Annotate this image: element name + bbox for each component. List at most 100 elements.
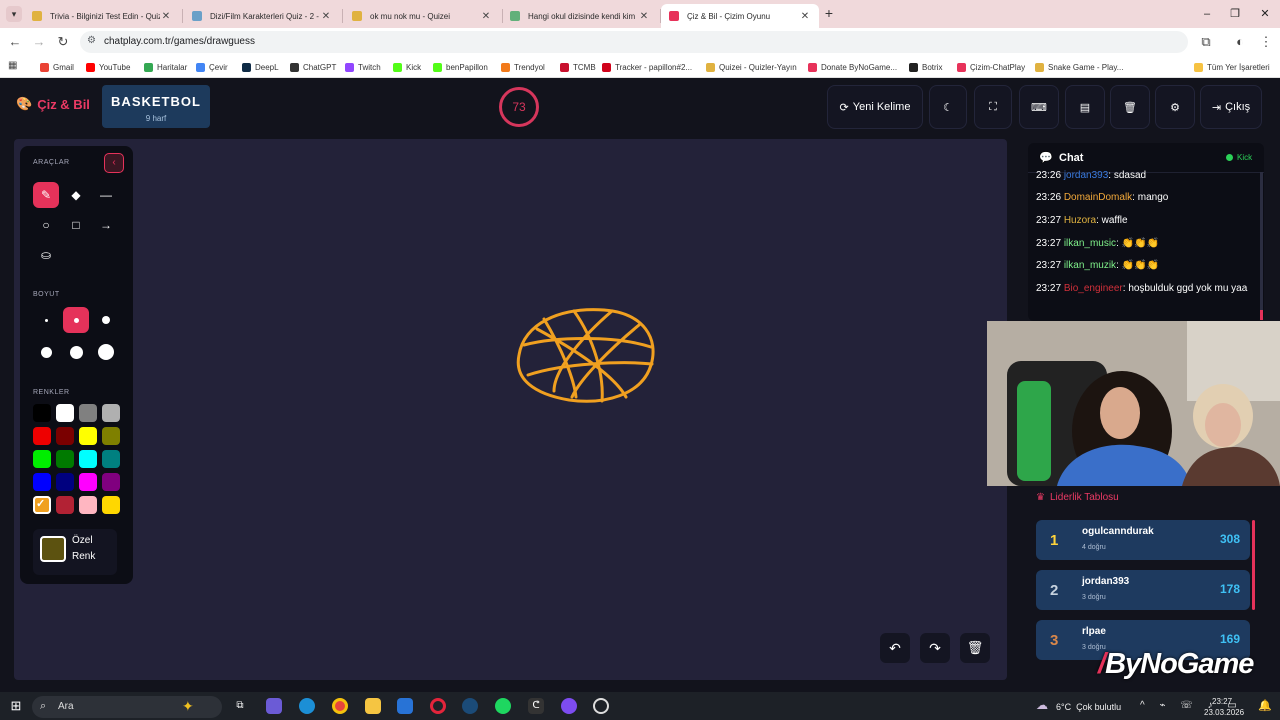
color-swatch[interactable] bbox=[33, 427, 51, 445]
color-swatch[interactable] bbox=[79, 427, 97, 445]
menu-icon[interactable]: ⋮ bbox=[1258, 34, 1274, 50]
redo-button[interactable]: ↷ bbox=[920, 633, 950, 663]
browser-tab[interactable]: Çiz & Bil - Çizim Oyunu ✕ bbox=[661, 4, 819, 28]
browser-tab[interactable]: Hangi okul dizisinde kendi kim ✕ bbox=[502, 4, 658, 28]
forward-button[interactable]: → bbox=[31, 34, 47, 50]
arrow-tool[interactable]: → bbox=[93, 212, 119, 238]
size-5[interactable] bbox=[63, 339, 89, 365]
exit-button[interactable]: ⇥ Çıkış bbox=[1200, 85, 1262, 129]
leaderboard-row[interactable]: 1 ogulcanndurak 4 doğru 308 bbox=[1036, 520, 1250, 560]
tab-close-icon[interactable]: ✕ bbox=[480, 11, 492, 22]
bookmark-item[interactable]: DeepL bbox=[242, 60, 279, 74]
eraser-tool[interactable]: ◆ bbox=[63, 182, 89, 208]
file-explorer-icon[interactable] bbox=[365, 698, 381, 714]
bookmark-item[interactable]: Donate ByNoGame... bbox=[808, 60, 897, 74]
new-word-button[interactable]: ⟳ Yeni Kelime bbox=[827, 85, 923, 129]
opera-icon[interactable] bbox=[430, 698, 446, 714]
url-text[interactable]: chatplay.com.tr/games/drawguess bbox=[104, 36, 255, 47]
bookmark-item[interactable]: Twitch bbox=[345, 60, 381, 74]
close-window-button[interactable]: ✕ bbox=[1250, 4, 1280, 24]
circle-tool[interactable]: ○ bbox=[33, 212, 59, 238]
mail-icon[interactable] bbox=[397, 698, 413, 714]
color-swatch[interactable] bbox=[79, 496, 97, 514]
leaderboard-row[interactable]: 2 jordan393 3 doğru 178 bbox=[1036, 570, 1250, 610]
all-bookmarks-folder[interactable]: Tüm Yer İşaretleri bbox=[1194, 60, 1270, 74]
bookmark-item[interactable]: YouTube bbox=[86, 60, 130, 74]
edge-icon[interactable] bbox=[299, 698, 315, 714]
drawing-canvas[interactable]: ↶ ↷ 🗑 bbox=[14, 139, 1007, 680]
windows-start-icon[interactable]: ⊞ bbox=[8, 698, 24, 714]
color-swatch[interactable]: ✓ bbox=[33, 496, 51, 514]
trash-top-button[interactable]: 🗑 bbox=[1110, 85, 1150, 129]
app-icon[interactable]: ᕦ bbox=[528, 698, 544, 714]
chrome-icon[interactable] bbox=[332, 698, 348, 714]
chat-username[interactable]: ilkan_muzik bbox=[1064, 260, 1116, 271]
color-swatch[interactable] bbox=[33, 473, 51, 491]
color-swatch[interactable] bbox=[102, 473, 120, 491]
tab-list-button[interactable]: ▾ bbox=[6, 6, 22, 22]
fullscreen-button[interactable]: ⛶ bbox=[974, 85, 1012, 129]
size-1[interactable] bbox=[33, 307, 59, 333]
back-button[interactable]: ← bbox=[7, 34, 23, 50]
color-swatch[interactable] bbox=[33, 404, 51, 422]
site-info-icon[interactable]: ⚙ bbox=[87, 35, 96, 46]
bookmark-item[interactable]: Snake Game - Play... bbox=[1035, 60, 1123, 74]
color-swatch[interactable] bbox=[102, 450, 120, 468]
custom-color-swatch[interactable] bbox=[40, 536, 66, 562]
color-swatch[interactable] bbox=[33, 450, 51, 468]
address-bar[interactable]: ⚙ chatplay.com.tr/games/drawguess bbox=[80, 31, 1188, 53]
minimize-button[interactable]: – bbox=[1192, 4, 1222, 24]
copilot-icon[interactable] bbox=[266, 698, 282, 714]
bookmark-item[interactable]: Gmail bbox=[40, 60, 74, 74]
browser-tab[interactable]: ok mu nok mu - Quizei ✕ bbox=[344, 4, 500, 28]
clock-date[interactable]: 23.03.2026 bbox=[1204, 708, 1244, 717]
new-tab-button[interactable]: + bbox=[822, 5, 836, 21]
keyboard-button[interactable]: ⌨ bbox=[1019, 85, 1059, 129]
size-6[interactable] bbox=[93, 339, 119, 365]
spotify-icon[interactable] bbox=[495, 698, 511, 714]
steam-icon[interactable] bbox=[462, 698, 478, 714]
tab-close-icon[interactable]: ✕ bbox=[638, 11, 650, 22]
bookmark-item[interactable]: TCMB bbox=[560, 60, 596, 74]
leaderboard-scrollbar[interactable] bbox=[1252, 520, 1255, 610]
bookmark-item[interactable]: Haritalar bbox=[144, 60, 187, 74]
clear-canvas-button[interactable]: 🗑 bbox=[960, 633, 990, 663]
chat-scroll-thumb[interactable] bbox=[1260, 310, 1263, 320]
archive-button[interactable]: ▤ bbox=[1065, 85, 1105, 129]
chat-scrollbar[interactable] bbox=[1260, 172, 1263, 320]
chat-username[interactable]: ilkan_music bbox=[1064, 238, 1116, 249]
tab-close-icon[interactable]: ✕ bbox=[160, 11, 172, 22]
profile-icon[interactable]: ◐ bbox=[1232, 34, 1248, 50]
bookmark-item[interactable]: benPapillon bbox=[433, 60, 488, 74]
reload-button[interactable]: ↻ bbox=[55, 34, 71, 50]
color-swatch[interactable] bbox=[79, 450, 97, 468]
bookmark-item[interactable]: Trendyol bbox=[501, 60, 545, 74]
color-swatch[interactable] bbox=[102, 427, 120, 445]
theme-toggle-button[interactable]: ☾ bbox=[929, 85, 967, 129]
color-swatch[interactable] bbox=[56, 404, 74, 422]
chat-username[interactable]: DomainDomalk bbox=[1064, 192, 1132, 203]
notifications-icon[interactable]: 🔔 bbox=[1258, 699, 1272, 712]
size-3[interactable] bbox=[93, 307, 119, 333]
settings-button[interactable]: ⚙ bbox=[1155, 85, 1195, 129]
weather-text[interactable]: 6°C Çok bulutlu bbox=[1056, 702, 1121, 712]
size-4[interactable] bbox=[33, 339, 59, 365]
color-swatch[interactable] bbox=[56, 427, 74, 445]
browser-tab[interactable]: Dizi/Film Karakterleri Quiz - 2 - ✕ bbox=[184, 4, 340, 28]
recorder-icon[interactable] bbox=[593, 698, 609, 714]
line-tool[interactable]: — bbox=[93, 182, 119, 208]
chat-username[interactable]: Bio_engineer bbox=[1064, 283, 1123, 294]
maximize-button[interactable]: ❐ bbox=[1220, 4, 1250, 24]
bookmark-item[interactable]: Çizim-ChatPlay bbox=[957, 60, 1025, 74]
bookmark-item[interactable]: Tracker - papillon#2... bbox=[602, 60, 692, 74]
obs-icon[interactable] bbox=[561, 698, 577, 714]
fill-tool[interactable]: ⛀ bbox=[33, 242, 59, 268]
chat-username[interactable]: jordan393 bbox=[1064, 170, 1108, 181]
collapse-panel-button[interactable]: ‹ bbox=[104, 153, 124, 173]
color-swatch[interactable] bbox=[56, 450, 74, 468]
bookmark-item[interactable]: Botrix bbox=[909, 60, 942, 74]
tab-close-icon[interactable]: ✕ bbox=[799, 11, 811, 22]
browser-tab[interactable]: Trivia - Bilginizi Test Edin - Quiz ✕ bbox=[24, 4, 180, 28]
color-swatch[interactable] bbox=[102, 404, 120, 422]
bookmark-item[interactable]: Çevir bbox=[196, 60, 228, 74]
